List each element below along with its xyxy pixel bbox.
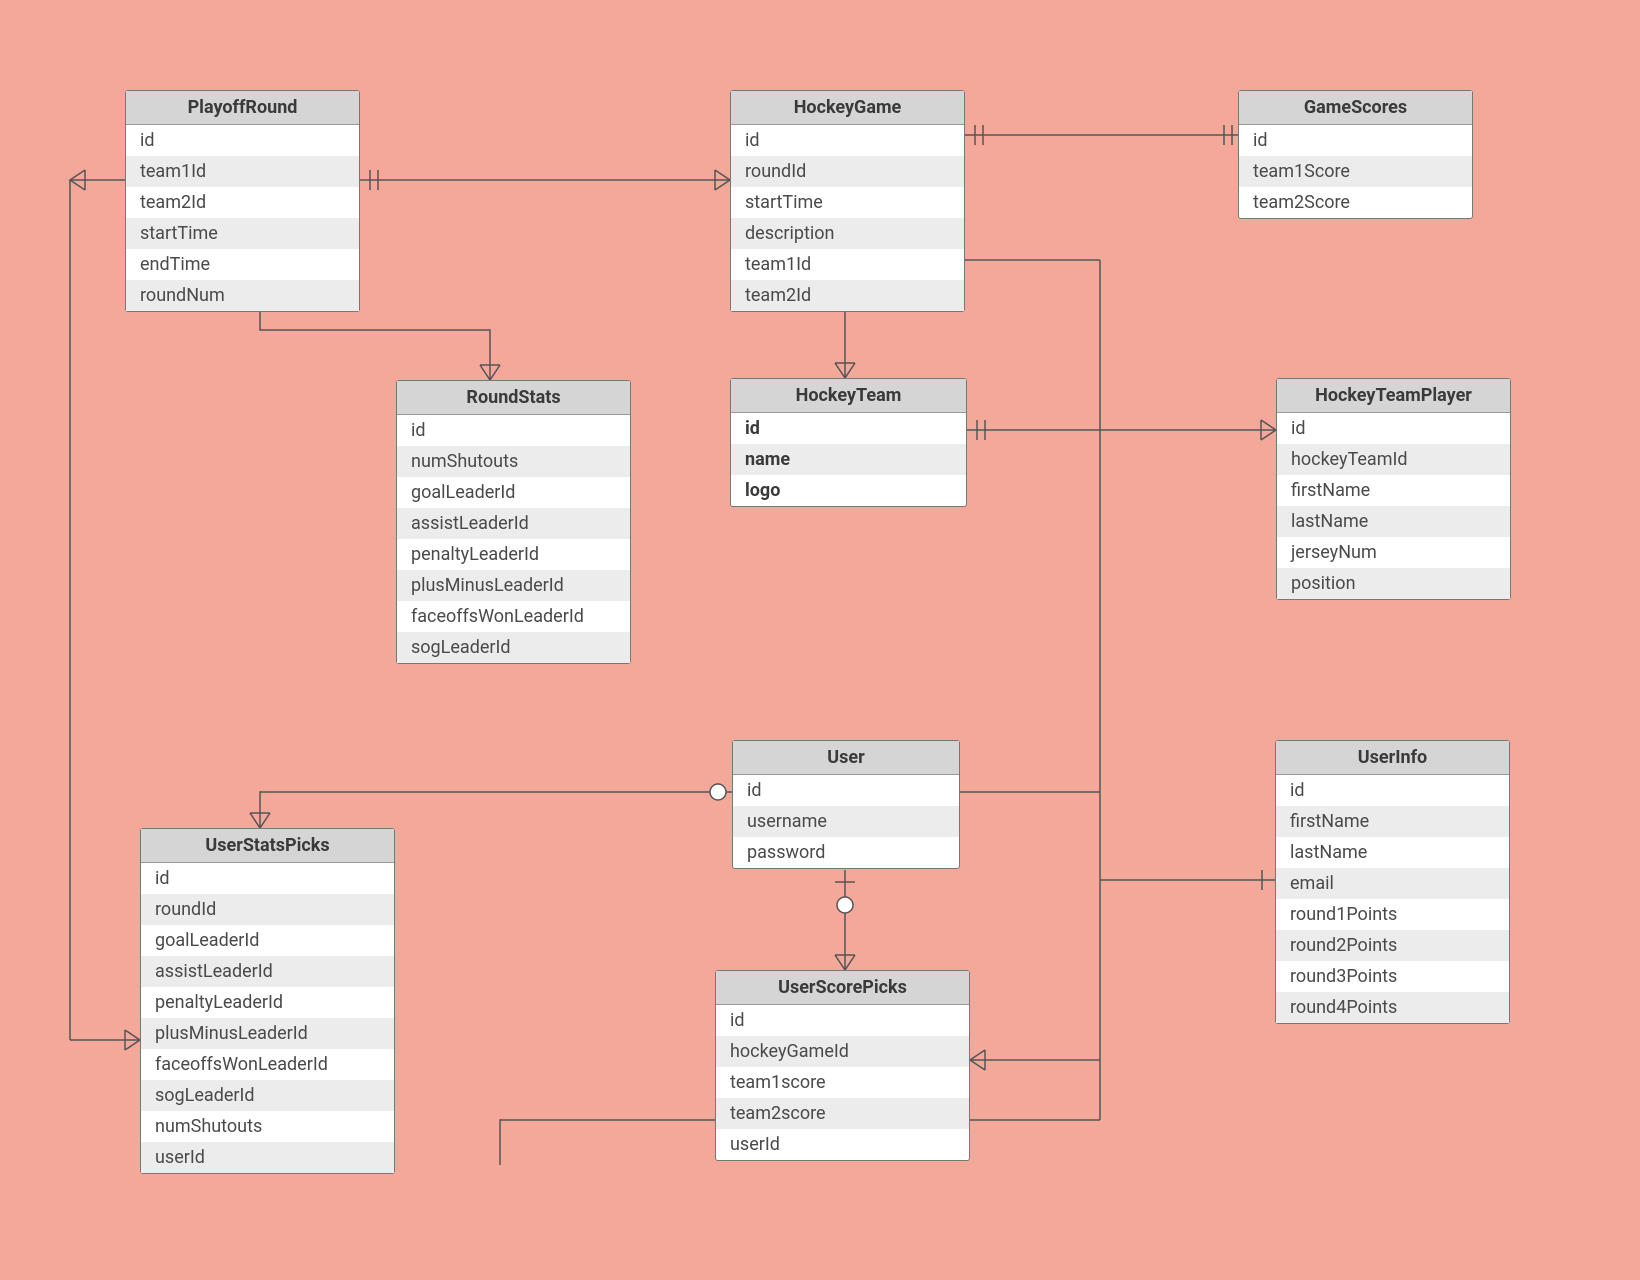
entity-field: position — [1277, 568, 1510, 599]
entity-title: HockeyTeam — [731, 379, 966, 413]
entity-title: PlayoffRound — [126, 91, 359, 125]
entity-field: id — [731, 125, 964, 156]
entity-field: faceoffsWonLeaderId — [141, 1049, 394, 1080]
entity-user-stats-picks: UserStatsPicks id roundId goalLeaderId a… — [140, 828, 395, 1174]
entity-user: User id username password — [732, 740, 960, 869]
entity-field: goalLeaderId — [397, 477, 630, 508]
entity-field: numShutouts — [141, 1111, 394, 1142]
entity-hockey-game: HockeyGame id roundId startTime descript… — [730, 90, 965, 312]
entity-field: plusMinusLeaderId — [397, 570, 630, 601]
entity-field: id — [141, 863, 394, 894]
entity-field: email — [1276, 868, 1509, 899]
entity-field: numShutouts — [397, 446, 630, 477]
entity-field: id — [1277, 413, 1510, 444]
entity-field: roundId — [141, 894, 394, 925]
entity-field: round2Points — [1276, 930, 1509, 961]
entity-field: team1Id — [126, 156, 359, 187]
entity-field: penaltyLeaderId — [141, 987, 394, 1018]
entity-title: HockeyTeamPlayer — [1277, 379, 1510, 413]
entity-field: team1Score — [1239, 156, 1472, 187]
entity-field: lastName — [1276, 837, 1509, 868]
entity-field: assistLeaderId — [397, 508, 630, 539]
entity-field: lastName — [1277, 506, 1510, 537]
entity-field: team2score — [716, 1098, 969, 1129]
entity-user-info: UserInfo id firstName lastName email rou… — [1275, 740, 1510, 1024]
entity-field: team1score — [716, 1067, 969, 1098]
entity-field: penaltyLeaderId — [397, 539, 630, 570]
entity-title: UserScorePicks — [716, 971, 969, 1005]
entity-playoff-round: PlayoffRound id team1Id team2Id startTim… — [125, 90, 360, 312]
entity-field: username — [733, 806, 959, 837]
entity-hockey-team-player: HockeyTeamPlayer id hockeyTeamId firstNa… — [1276, 378, 1511, 600]
entity-field: hockeyTeamId — [1277, 444, 1510, 475]
entity-field: faceoffsWonLeaderId — [397, 601, 630, 632]
entity-field: firstName — [1277, 475, 1510, 506]
entity-field: round3Points — [1276, 961, 1509, 992]
entity-field: jerseyNum — [1277, 537, 1510, 568]
entity-field: id — [1276, 775, 1509, 806]
entity-title: UserStatsPicks — [141, 829, 394, 863]
entity-title: User — [733, 741, 959, 775]
entity-field: hockeyGameId — [716, 1036, 969, 1067]
entity-hockey-team: HockeyTeam id name logo — [730, 378, 967, 507]
entity-field: team1Id — [731, 249, 964, 280]
entity-game-scores: GameScores id team1Score team2Score — [1238, 90, 1473, 219]
entity-field: description — [731, 218, 964, 249]
entity-user-score-picks: UserScorePicks id hockeyGameId team1scor… — [715, 970, 970, 1161]
entity-title: UserInfo — [1276, 741, 1509, 775]
entity-field: logo — [731, 475, 966, 506]
entity-round-stats: RoundStats id numShutouts goalLeaderId a… — [396, 380, 631, 664]
entity-field: sogLeaderId — [397, 632, 630, 663]
entity-field: startTime — [126, 218, 359, 249]
entity-field: plusMinusLeaderId — [141, 1018, 394, 1049]
entity-field: id — [716, 1005, 969, 1036]
entity-field: id — [1239, 125, 1472, 156]
entity-field: userId — [141, 1142, 394, 1173]
entity-title: HockeyGame — [731, 91, 964, 125]
entity-field: name — [731, 444, 966, 475]
entity-field: roundId — [731, 156, 964, 187]
entity-field: id — [731, 413, 966, 444]
entity-title: RoundStats — [397, 381, 630, 415]
entity-field: assistLeaderId — [141, 956, 394, 987]
entity-field: id — [126, 125, 359, 156]
entity-field: roundNum — [126, 280, 359, 311]
entity-field: round4Points — [1276, 992, 1509, 1023]
entity-field: team2Score — [1239, 187, 1472, 218]
entity-field: id — [733, 775, 959, 806]
entity-field: firstName — [1276, 806, 1509, 837]
entity-field: round1Points — [1276, 899, 1509, 930]
entity-field: id — [397, 415, 630, 446]
entity-field: goalLeaderId — [141, 925, 394, 956]
entity-field: team2Id — [126, 187, 359, 218]
entity-title: GameScores — [1239, 91, 1472, 125]
entity-field: password — [733, 837, 959, 868]
entity-field: team2Id — [731, 280, 964, 311]
entity-field: sogLeaderId — [141, 1080, 394, 1111]
entity-field: startTime — [731, 187, 964, 218]
entity-field: userId — [716, 1129, 969, 1160]
entity-field: endTime — [126, 249, 359, 280]
